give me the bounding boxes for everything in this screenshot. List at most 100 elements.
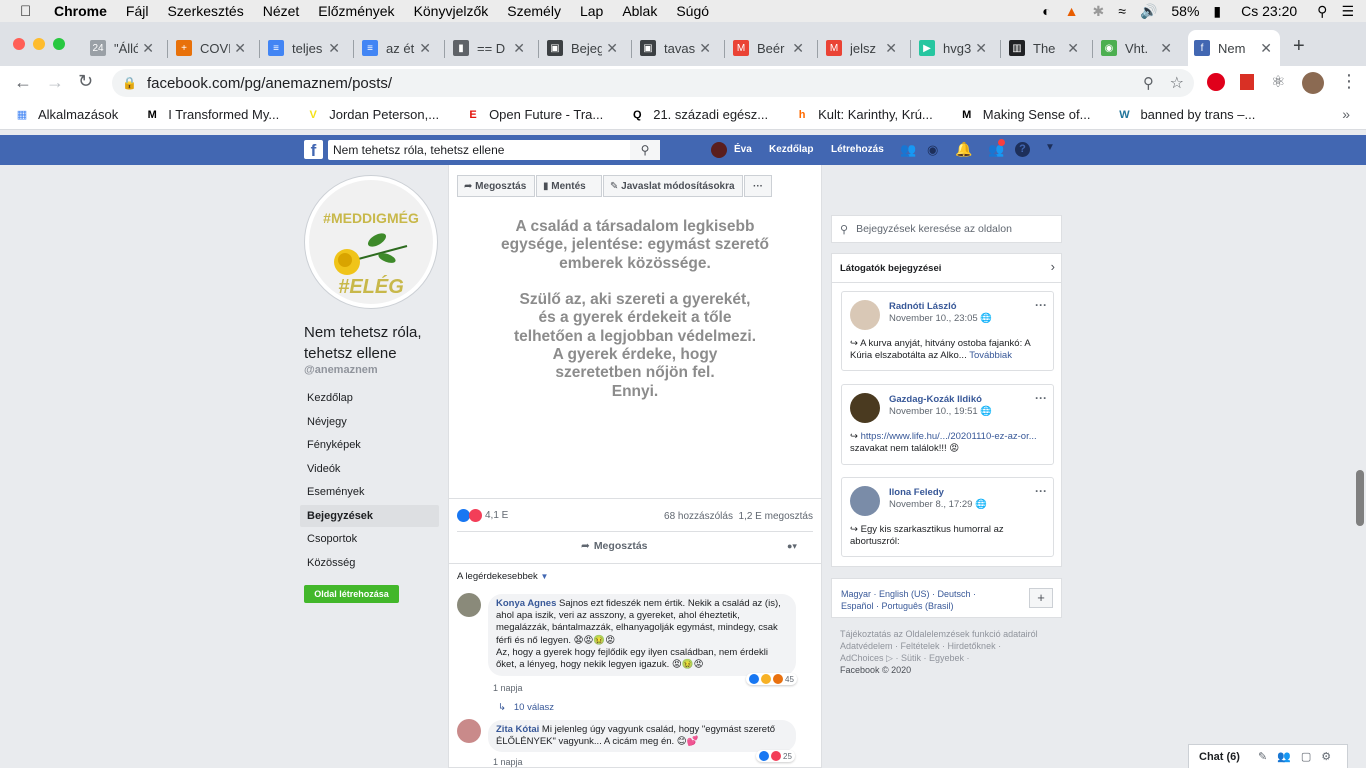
- new-message-icon[interactable]: ✎: [1258, 750, 1267, 763]
- browser-tab[interactable]: ▶ hvg3 ✕: [913, 30, 995, 66]
- menu-file[interactable]: Fájl: [126, 3, 149, 19]
- comment-reactions[interactable]: 45: [746, 673, 797, 685]
- menu-history[interactable]: Előzmények: [318, 3, 394, 19]
- add-language-button[interactable]: +: [1029, 588, 1053, 608]
- minimize-window-button[interactable]: [33, 38, 45, 50]
- extensions-puzzle-icon[interactable]: ⚛: [1271, 72, 1285, 92]
- visitor-avatar[interactable]: [850, 393, 880, 423]
- visitor-name[interactable]: Ilona Feledy: [889, 487, 944, 498]
- extension-red-icon[interactable]: [1240, 74, 1254, 90]
- notifications-icon[interactable]: 🔔: [955, 141, 972, 158]
- create-page-button[interactable]: Oldal létrehozása: [304, 585, 399, 603]
- spotlight-icon[interactable]: ⚲: [1317, 3, 1327, 20]
- page-handle[interactable]: @anemaznem: [304, 364, 378, 376]
- help-icon[interactable]: ?: [1015, 142, 1030, 157]
- clock[interactable]: Cs 23:20: [1241, 3, 1297, 19]
- page-post-search[interactable]: ⚲ Bejegyzések keresése az oldalon: [831, 215, 1062, 243]
- post-options-icon[interactable]: ···: [1035, 484, 1047, 498]
- friends-icon[interactable]: 👥: [900, 142, 916, 158]
- browser-tab[interactable]: ◉ Vht. ✕: [1095, 30, 1180, 66]
- notification-center-icon[interactable]: ☰: [1341, 3, 1354, 20]
- bookmark-item[interactable]: M I Transformed My...: [144, 107, 280, 123]
- user-name-link[interactable]: Éva: [734, 144, 752, 155]
- browser-tab[interactable]: ▮ == D ✕: [447, 30, 533, 66]
- bookmark-item[interactable]: M Making Sense of...: [959, 107, 1090, 123]
- wifi-icon[interactable]: ≈: [1118, 3, 1126, 19]
- search-icon[interactable]: ⚲: [630, 140, 660, 160]
- post-options-icon[interactable]: ···: [1035, 298, 1047, 312]
- forward-icon[interactable]: →: [46, 72, 64, 93]
- profile-avatar[interactable]: [1302, 72, 1324, 94]
- comment-sort-dropdown[interactable]: A legérdekesebbek ▼: [457, 571, 548, 582]
- page-nav-item[interactable]: Kezdőlap: [300, 387, 439, 409]
- close-window-button[interactable]: [13, 38, 25, 50]
- browser-tab[interactable]: ≡ teljes ✕: [262, 30, 348, 66]
- language-list-1[interactable]: Magyar · English (US) · Deutsch ·: [841, 588, 1052, 600]
- bookmark-item[interactable]: Wbanned by trans –...: [1116, 107, 1255, 123]
- bookmark-item[interactable]: Q 21. századi egész...: [629, 107, 768, 123]
- page-name[interactable]: Nem tehetsz róla, tehetsz ellene: [304, 322, 444, 364]
- close-tab-icon[interactable]: ✕: [699, 40, 711, 57]
- bookmark-item[interactable]: ▦ Alkalmazások: [14, 107, 118, 123]
- more-options-button[interactable]: ···: [744, 175, 772, 197]
- language-list-2[interactable]: Español · Português (Brasil): [841, 600, 1052, 612]
- post-as-selector[interactable]: ●▾: [787, 541, 797, 552]
- menu-tab[interactable]: Lap: [580, 3, 603, 19]
- page-profile-picture[interactable]: #MEDDIGMÉG #ELÉG: [304, 175, 438, 309]
- browser-tab[interactable]: ≡ az ét ✕: [356, 30, 439, 66]
- close-tab-icon[interactable]: ✕: [328, 40, 340, 57]
- battery-percent[interactable]: 58%: [1171, 3, 1199, 19]
- visitor-avatar[interactable]: [850, 300, 880, 330]
- reactions-summary[interactable]: 4,1 E: [457, 509, 508, 522]
- create-link[interactable]: Létrehozás: [831, 144, 884, 155]
- browser-tab[interactable]: + COVI ✕: [170, 30, 254, 66]
- replies-link[interactable]: ↳ 10 válasz: [498, 702, 554, 713]
- bookmark-item[interactable]: V Jordan Peterson,...: [305, 107, 440, 123]
- close-tab-icon[interactable]: ✕: [419, 40, 431, 57]
- post-link[interactable]: https://www.life.hu/.../20201110-ez-az-o…: [861, 431, 1037, 442]
- see-more-link[interactable]: Továbbiak: [969, 350, 1012, 361]
- menu-view[interactable]: Nézet: [263, 3, 300, 19]
- page-nav-item[interactable]: Események: [300, 481, 439, 503]
- post-image-text[interactable]: A család a társadalom legkisebb egysége, …: [449, 218, 821, 401]
- post-stats[interactable]: 68 hozzászólás 1,2 E megosztás: [664, 511, 813, 522]
- menu-help[interactable]: Súgó: [676, 3, 709, 19]
- focus-icon[interactable]: ◐: [1042, 3, 1050, 19]
- close-tab-icon[interactable]: ✕: [792, 40, 804, 57]
- comment-time[interactable]: 1 napja: [493, 757, 523, 767]
- bookmark-item[interactable]: h Kult: Karinthy, Krú...: [794, 107, 933, 123]
- menu-window[interactable]: Ablak: [622, 3, 657, 19]
- visitor-name[interactable]: Gazdag-Kozák Ildikó: [889, 394, 982, 405]
- commenter-avatar[interactable]: [457, 719, 481, 743]
- close-tab-icon[interactable]: ✕: [975, 40, 987, 57]
- browser-tab[interactable]: f Nem ✕: [1188, 30, 1280, 66]
- visitor-post[interactable]: Gazdag-Kozák Ildikó November 10., 19:51 …: [841, 384, 1054, 465]
- footer-legal-links[interactable]: Adatvédelem · Feltételek · Hirdetőknek ·: [840, 640, 1050, 652]
- close-tab-icon[interactable]: ✕: [1067, 40, 1079, 57]
- page-scrollbar[interactable]: [1356, 470, 1364, 526]
- back-icon[interactable]: ←: [14, 72, 32, 93]
- new-group-icon[interactable]: 👥: [1277, 750, 1291, 763]
- post-options-icon[interactable]: ···: [1035, 391, 1047, 405]
- menu-app[interactable]: Chrome: [54, 3, 107, 19]
- menu-person[interactable]: Személy: [507, 3, 561, 19]
- close-tab-icon[interactable]: ✕: [234, 40, 246, 57]
- comment-reactions[interactable]: 25: [756, 750, 795, 762]
- bluetooth-icon[interactable]: ✱: [1093, 3, 1105, 20]
- close-tab-icon[interactable]: ✕: [142, 40, 154, 57]
- visitor-post-date[interactable]: November 8., 17:29 🌐: [889, 499, 987, 510]
- chrome-menu-icon[interactable]: ⋮: [1340, 71, 1358, 92]
- browser-tab[interactable]: 24 "Állód✕: [84, 30, 162, 66]
- page-nav-item[interactable]: Névjegy: [300, 411, 439, 433]
- new-tab-button[interactable]: +: [1293, 35, 1305, 58]
- page-nav-item[interactable]: Csoportok: [300, 528, 439, 550]
- footer-adchoices-links[interactable]: AdChoices ▷ · Sütik · Egyebek ·: [840, 652, 1050, 664]
- messenger-icon[interactable]: ◉: [927, 142, 938, 158]
- commenter-name[interactable]: Zita Kótai: [496, 724, 539, 735]
- share-button[interactable]: ➦ Megosztás: [581, 540, 648, 552]
- chat-label[interactable]: Chat (6): [1199, 751, 1240, 763]
- home-link[interactable]: Kezdőlap: [769, 144, 813, 155]
- facebook-logo-icon[interactable]: f: [304, 140, 323, 160]
- vlc-icon[interactable]: ▲: [1065, 3, 1079, 19]
- visitor-post-date[interactable]: November 10., 23:05 🌐: [889, 313, 992, 324]
